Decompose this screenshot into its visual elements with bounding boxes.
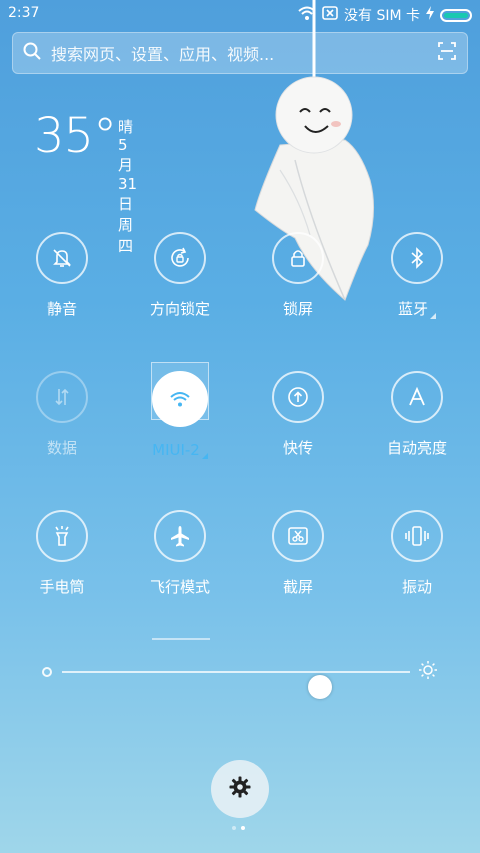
- flashlight-icon: [36, 510, 88, 562]
- tile-label: 手电筒: [39, 578, 85, 596]
- tile-label: 数据: [46, 439, 77, 457]
- battery-icon: [440, 8, 472, 22]
- tile-label: MIUI-2: [152, 441, 200, 459]
- tile-airplane-mode[interactable]: 飞行模式: [125, 510, 235, 597]
- charging-icon: [426, 6, 434, 24]
- status-bar: 2:37 没有 SIM 卡: [0, 0, 480, 28]
- quick-share-icon: [272, 371, 324, 423]
- status-time: 2:37: [8, 5, 40, 21]
- tile-rotation-lock[interactable]: 方向锁定: [125, 232, 235, 319]
- wifi-icon: [152, 371, 208, 427]
- tile-label: 振动: [401, 578, 432, 596]
- temperature: 35°: [34, 108, 117, 164]
- tile-quick-share[interactable]: 快传: [243, 371, 353, 458]
- auto-brightness-icon: [391, 371, 443, 423]
- tile-bluetooth[interactable]: 蓝牙: [362, 232, 472, 319]
- tile-mobile-data[interactable]: 数据: [7, 371, 117, 458]
- expand-indicator-icon: [201, 453, 208, 459]
- tile-label: 锁屏: [282, 300, 313, 318]
- page-dot: [232, 826, 236, 830]
- lock-icon: [272, 232, 324, 284]
- tile-wifi[interactable]: MIUI-2: [125, 371, 235, 459]
- tile-vibrate[interactable]: 振动: [362, 510, 472, 597]
- tile-label: 静音: [46, 300, 77, 318]
- page-dot-active: [241, 826, 245, 830]
- brightness-thumb[interactable]: [307, 675, 332, 699]
- vibrate-icon: [391, 510, 443, 562]
- tile-label: 快传: [282, 439, 313, 457]
- rotation-lock-icon: [154, 232, 206, 284]
- tile-label: 飞行模式: [149, 578, 210, 596]
- screenshot-icon: [272, 510, 324, 562]
- scan-icon[interactable]: [437, 41, 457, 65]
- bluetooth-icon: [391, 232, 443, 284]
- tile-lock-screen[interactable]: 锁屏: [243, 232, 353, 319]
- data-arrows-icon: [36, 371, 88, 423]
- weather-condition: 晴: [118, 118, 134, 136]
- brightness-track[interactable]: [62, 671, 410, 699]
- tile-label: 方向锁定: [149, 300, 210, 318]
- page-indicator: [232, 826, 245, 830]
- gear-icon: [228, 775, 252, 803]
- settings-button[interactable]: [211, 760, 269, 818]
- bell-off-icon: [36, 232, 88, 284]
- search-icon: [23, 42, 41, 64]
- tile-label: 蓝牙: [397, 300, 428, 318]
- brightness-slider[interactable]: [40, 656, 444, 699]
- airplane-icon: [154, 510, 206, 562]
- tile-auto-brightness[interactable]: 自动亮度: [362, 371, 472, 458]
- tile-silent[interactable]: 静音: [7, 232, 117, 319]
- tile-screenshot[interactable]: 截屏: [243, 510, 353, 597]
- drag-handle[interactable]: [152, 638, 210, 644]
- search-bar[interactable]: 搜索网页、设置、应用、视频...: [12, 32, 468, 74]
- expand-indicator-icon: [430, 313, 436, 319]
- tile-label: 截屏: [282, 578, 313, 596]
- brightness-high-icon: [418, 660, 438, 684]
- tile-flashlight[interactable]: 手电筒: [7, 510, 117, 597]
- tile-label: 自动亮度: [386, 439, 447, 457]
- brightness-low-icon: [42, 667, 52, 677]
